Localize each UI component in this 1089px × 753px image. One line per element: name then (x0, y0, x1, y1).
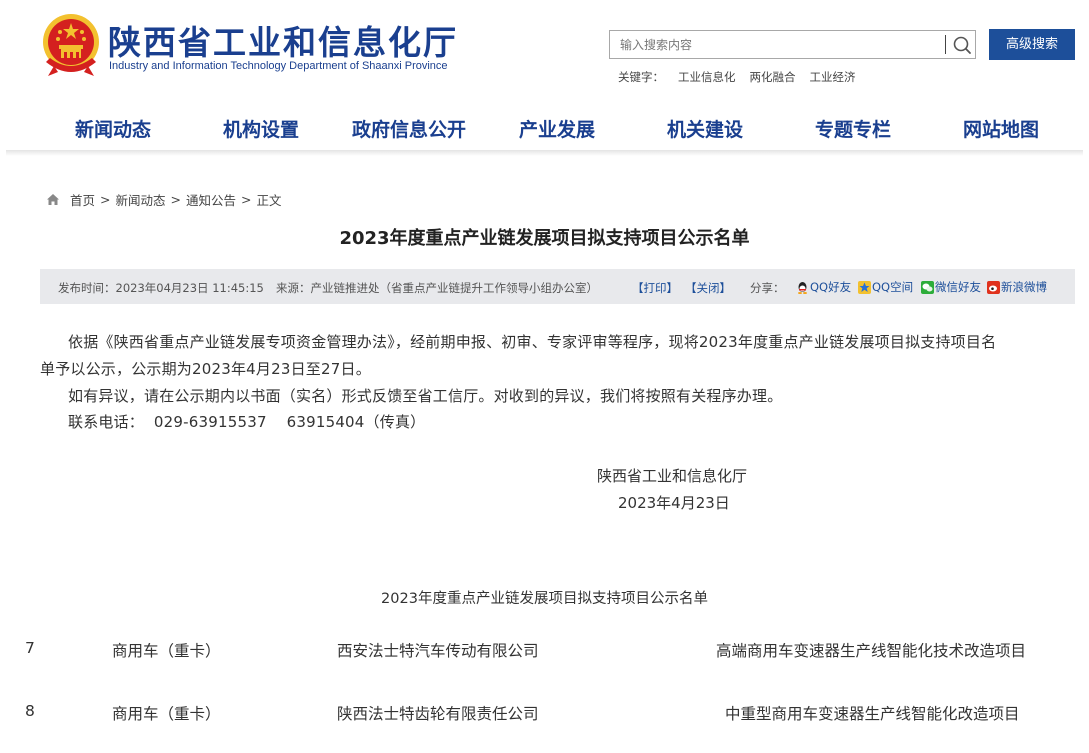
table-title: 2023年度重点产业链发展项目拟支持项目公示名单 (381, 591, 708, 607)
site-header: 陕西省工业和信息化厅 Industry and Information Tech… (0, 0, 1089, 100)
share-wechat[interactable]: 微信好友 (921, 279, 981, 295)
breadcrumb-news[interactable]: 新闻动态 (116, 190, 166, 209)
share-wechat-label: 微信好友 (935, 280, 981, 294)
weibo-icon (987, 280, 1000, 294)
nav-divider (6, 150, 1083, 156)
qzone-icon (858, 280, 871, 294)
nav-item-industry[interactable]: 产业发展 (519, 115, 595, 142)
article-paragraph: 依据《陕西省重点产业链发展专项资金管理办法》，经前期申报、初审、专家评审等程序，… (68, 333, 997, 351)
publish-label: 发布时间： (58, 281, 116, 295)
keyword-link[interactable]: 两化融合 (750, 70, 796, 84)
wechat-icon (921, 280, 934, 294)
article-source: 来源：产业链推进处（省重点产业链提升工作领导小组办公室） (276, 280, 598, 296)
close-link[interactable]: 【关闭】 (685, 280, 731, 296)
source-label: 来源： (276, 281, 311, 295)
nav-item-gov-info[interactable]: 政府信息公开 (352, 115, 466, 142)
search-divider (945, 35, 946, 54)
share-qq-friend[interactable]: QQ好友 (796, 279, 851, 295)
search-icon[interactable] (951, 34, 973, 56)
nav-item-organization[interactable]: 机构设置 (223, 115, 299, 142)
share-qzone[interactable]: QQ空间 (858, 279, 913, 295)
publish-value: 2023年04月23日 11:45:15 (115, 281, 264, 295)
advanced-search-button[interactable]: 高级搜索 (989, 29, 1075, 60)
cell-no: 8 (25, 702, 35, 720)
site-title[interactable]: 陕西省工业和信息化厅 (108, 16, 458, 64)
nav-item-topics[interactable]: 专题专栏 (815, 115, 891, 142)
cell-project: 高端商用车变速器生产线智能化技术改造项目 (716, 642, 1027, 660)
search-keywords: 关键字： 工业信息化 两化融合 工业经济 (618, 69, 870, 85)
breadcrumb-notices[interactable]: 通知公告 (186, 190, 236, 209)
keywords-label: 关键字： (618, 70, 664, 84)
cell-project: 中重型商用车变速器生产线智能化改造项目 (725, 705, 1020, 723)
share-weibo-label: 新浪微博 (1001, 280, 1047, 294)
share-qq-friend-label: QQ好友 (810, 280, 852, 294)
share-label: 分享： (750, 281, 785, 295)
article-paragraph: 如有异议，请在公示期内以书面（实名）形式反馈至省工信厅。对收到的异议，我们将按照… (68, 387, 783, 405)
keyword-link[interactable]: 工业经济 (810, 70, 856, 84)
breadcrumb-current: 正文 (256, 193, 282, 208)
breadcrumb-home[interactable]: 首页 (70, 190, 95, 209)
qq-icon (798, 281, 807, 294)
search-box (609, 30, 976, 59)
nav-item-sitemap[interactable]: 网站地图 (963, 115, 1039, 142)
nav-item-news[interactable]: 新闻动态 (75, 115, 151, 142)
signature-date: 2023年4月23日 (618, 494, 730, 512)
breadcrumb: 首页 > 新闻动态 > 通知公告 > 正文 (46, 190, 282, 209)
share-weibo[interactable]: 新浪微博 (987, 279, 1047, 295)
article-paragraph: 单予以公示，公示期为2023年4月23日至27日。 (40, 360, 371, 378)
home-icon[interactable] (46, 193, 60, 206)
publish-time: 发布时间：2023年04月23日 11:45:15 (58, 280, 264, 296)
site-subtitle: Industry and Information Technology Depa… (109, 60, 448, 72)
main-nav: 新闻动态 机构设置 政府信息公开 产业发展 机关建设 专题专栏 网站地图 (0, 106, 1089, 150)
breadcrumb-separator: > (241, 192, 252, 207)
contact-phone: 联系电话： 029-63915537 63915404（传真） (68, 413, 426, 431)
print-link[interactable]: 【打印】 (632, 280, 678, 296)
keyword-link[interactable]: 工业信息化 (678, 70, 736, 84)
share-qzone-label: QQ空间 (872, 280, 914, 294)
nav-item-party-building[interactable]: 机关建设 (667, 115, 743, 142)
breadcrumb-separator: > (100, 192, 111, 207)
cell-category: 商用车（重卡） (112, 705, 221, 723)
cell-company: 陕西法士特齿轮有限责任公司 (337, 705, 539, 723)
cell-category: 商用车（重卡） (112, 642, 221, 660)
article-info-bar: 发布时间：2023年04月23日 11:45:15 来源：产业链推进处（省重点产… (40, 269, 1075, 304)
cell-company: 西安法士特汽车传动有限公司 (337, 642, 539, 660)
search-input[interactable] (610, 31, 945, 58)
breadcrumb-separator: > (170, 192, 181, 207)
signature-org: 陕西省工业和信息化厅 (597, 467, 748, 485)
source-value: 产业链推进处（省重点产业链提升工作领导小组办公室） (310, 281, 599, 295)
article-title: 2023年度重点产业链发展项目拟支持项目公示名单 (339, 228, 750, 249)
cell-no: 7 (25, 639, 35, 657)
national-emblem-icon[interactable] (40, 12, 102, 78)
